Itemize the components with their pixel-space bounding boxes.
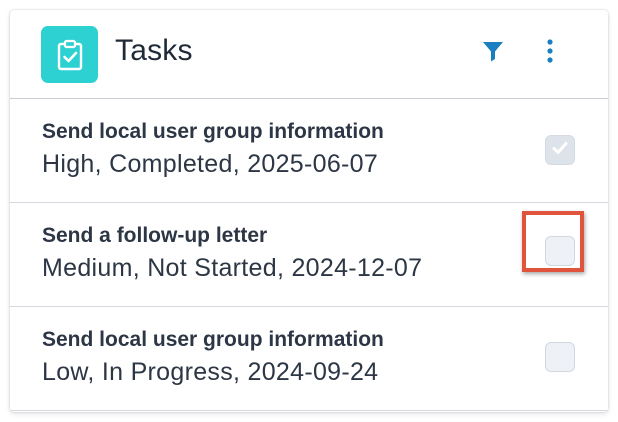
task-name: Send local user group information bbox=[42, 328, 384, 351]
card-header: Tasks bbox=[10, 10, 608, 99]
checkmark-icon bbox=[551, 140, 569, 161]
task-row[interactable]: Send a follow-up letter Medium, Not Star… bbox=[10, 203, 608, 307]
task-details: Low, In Progress, 2024-09-24 bbox=[42, 358, 379, 386]
task-details: High, Completed, 2025-06-07 bbox=[42, 150, 379, 178]
tasks-card: Tasks Send local user group information … bbox=[10, 10, 608, 412]
task-complete-checkbox[interactable] bbox=[545, 135, 575, 165]
clipboard-check-icon bbox=[41, 26, 98, 83]
task-complete-checkbox[interactable] bbox=[545, 236, 575, 266]
more-options-button[interactable] bbox=[540, 38, 560, 68]
task-details: Medium, Not Started, 2024-12-07 bbox=[42, 254, 423, 282]
task-complete-checkbox[interactable] bbox=[545, 342, 575, 372]
filter-icon bbox=[481, 39, 505, 68]
filter-button[interactable] bbox=[478, 38, 508, 68]
task-name: Send local user group information bbox=[42, 120, 384, 143]
more-vertical-icon bbox=[546, 38, 554, 69]
task-name: Send a follow-up letter bbox=[42, 224, 268, 247]
page-title: Tasks bbox=[115, 34, 193, 67]
task-row[interactable]: Send local user group information Low, I… bbox=[10, 307, 608, 411]
task-row[interactable]: Send local user group information High, … bbox=[10, 99, 608, 203]
